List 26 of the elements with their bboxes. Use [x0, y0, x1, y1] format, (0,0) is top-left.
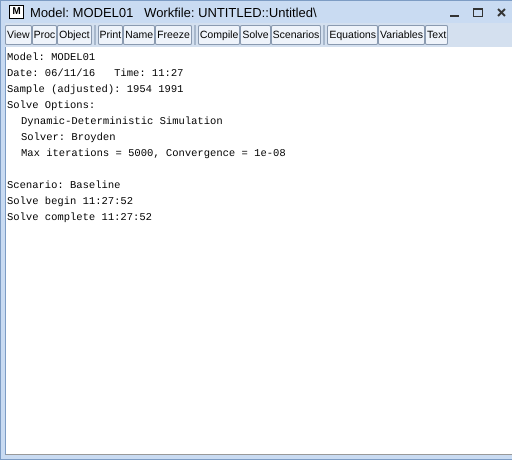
toolbar-button[interactable]: Text: [425, 25, 448, 45]
toolbar-button[interactable]: Variables: [378, 25, 426, 45]
toolbar-button[interactable]: Name: [123, 25, 156, 45]
output-line: Solve begin 11:27:52: [7, 195, 134, 210]
output-line: Sample (adjusted): 1954 1991: [7, 83, 184, 98]
toolbar-button[interactable]: Freeze: [155, 25, 192, 45]
toolbar-button[interactable]: Proc: [32, 25, 58, 45]
toolbar-button[interactable]: Scenarios: [270, 25, 322, 45]
close-icon[interactable]: [497, 8, 506, 16]
toolbar-button[interactable]: Object: [57, 25, 92, 45]
toolbar-button[interactable]: Equations: [327, 25, 378, 45]
toolbar-button[interactable]: Solve: [240, 25, 271, 45]
window-title: Model: MODEL01 Workfile: UNTITLED::Untitled\: [30, 4, 318, 20]
output-line: Solve complete 11:27:52: [7, 211, 152, 226]
toolbar-button[interactable]: Print: [98, 25, 124, 45]
toolbar-button[interactable]: Compile: [198, 25, 240, 45]
toolbar-button[interactable]: View: [5, 25, 32, 45]
output-line: Scenario: Baseline: [7, 179, 120, 194]
output-line: Solver: Broyden: [21, 131, 116, 146]
output-line: Dynamic-Deterministic Simulation: [21, 115, 223, 130]
output-line: Model: MODEL01: [7, 51, 96, 66]
output-line: Solve Options:: [7, 99, 96, 114]
output-line: Date: 06/11/16 Time: 11:27: [7, 67, 184, 82]
app-logo: M: [9, 5, 24, 19]
output-line: Max iterations = 5000, Convergence = 1e-08: [21, 147, 286, 162]
maximize-icon[interactable]: [473, 8, 483, 16]
